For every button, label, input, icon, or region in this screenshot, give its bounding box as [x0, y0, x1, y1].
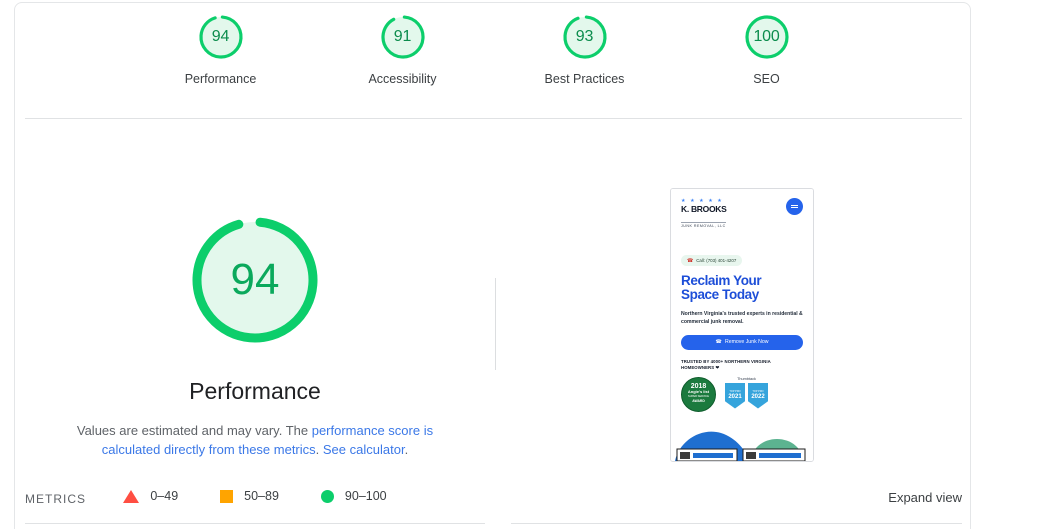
description-text-3: .: [404, 442, 409, 457]
performance-summary-pane: 94 Performance Values are estimated and …: [15, 153, 495, 503]
thumbnail-brand: ★ ★ ★ ★ ★ K. BROOKS JUNK REMOVAL, LLC: [681, 198, 727, 232]
mini-gauge-label: SEO: [753, 72, 780, 86]
category-gauge-accessibility[interactable]: 91 Accessibility: [343, 11, 463, 86]
page-screenshot-thumbnail[interactable]: ★ ★ ★ ★ ★ K. BROOKS JUNK REMOVAL, LLC ☎ …: [670, 188, 814, 462]
phone-icon: ☎: [687, 257, 694, 264]
thumbtack-badge-icon: TOP PRO 2021: [725, 382, 745, 409]
thumbnail-site-header: ★ ★ ★ ★ ★ K. BROOKS JUNK REMOVAL, LLC: [671, 189, 813, 232]
category-score-strip: 94 Performance 91 Accessibility 93 Best …: [15, 11, 972, 86]
mini-gauge-score: 91: [393, 28, 412, 45]
section-divider: [25, 118, 962, 119]
thumbtack-badge-year: 2022: [751, 394, 765, 400]
mini-gauge-ring: 94: [195, 11, 247, 63]
mini-gauge-score: 94: [211, 28, 230, 45]
see-calculator-link[interactable]: See calculator: [323, 442, 405, 457]
thumbnail-award-badges: 2018 Angie's list SUPER SERVICE AWARD Th…: [681, 376, 813, 412]
performance-score-value: 94: [230, 255, 280, 304]
pagespeed-report-root: 94 Performance 91 Accessibility 93 Best …: [0, 0, 1039, 529]
thumbtack-badge-year: 2021: [728, 394, 742, 400]
thumbnail-cta-label: Remove Junk Now: [724, 339, 769, 345]
angies-list-badge-icon: 2018 Angie's list SUPER SERVICE AWARD: [681, 376, 716, 412]
mini-gauge-label: Accessibility: [368, 72, 437, 86]
mini-gauge-score: 93: [575, 28, 594, 45]
thumbnail-call-text: Call: (703) 401-4207: [696, 258, 737, 263]
thumbtack-badge-icon: TOP PRO 2022: [748, 382, 768, 409]
thumbnail-illustration: [671, 421, 813, 461]
category-gauge-best-practices[interactable]: 93 Best Practices: [525, 11, 645, 86]
metrics-divider-right: [511, 523, 962, 524]
phone-icon: ☎: [715, 339, 722, 345]
category-gauge-seo[interactable]: 100 SEO: [707, 11, 827, 86]
vertical-divider: [495, 278, 496, 370]
metrics-divider-left: [25, 523, 485, 524]
thumbtack-badges: Thumbtack TOP PRO 2021 TOP PRO 2022: [725, 377, 768, 409]
hamburger-menu-icon: [786, 198, 803, 215]
thumbnail-call-badge: ☎ Call: (703) 401-4207: [681, 255, 743, 266]
mini-gauge-ring: 91: [377, 11, 429, 63]
performance-detail-section: 94 Performance Values are estimated and …: [15, 153, 972, 503]
thumbnail-trust-text: TRUSTED BY 4000+ NORTHERN VIRGINIA HOMEO…: [681, 358, 771, 371]
mini-gauge-score: 100: [753, 28, 780, 45]
thumbtack-title: Thumbtack: [737, 376, 756, 381]
report-card: 94 Performance 91 Accessibility 93 Best …: [14, 2, 971, 529]
thumbnail-logo-text: K. BROOKS: [681, 204, 727, 214]
mini-gauge-label: Best Practices: [544, 72, 625, 86]
expand-view-button[interactable]: Expand view: [888, 490, 962, 505]
performance-gauge: 94: [181, 206, 329, 354]
mini-gauge-ring: 100: [741, 11, 793, 63]
category-gauge-performance[interactable]: 94 Performance: [161, 11, 281, 86]
thumbnail-content: ★ ★ ★ ★ ★ K. BROOKS JUNK REMOVAL, LLC ☎ …: [671, 189, 813, 461]
thumbnail-headline-line1: Reclaim Your: [681, 272, 762, 288]
performance-description: Values are estimated and may vary. The p…: [55, 421, 455, 459]
thumbnail-headline: Reclaim Your Space Today: [681, 272, 813, 303]
thumbnail-cta-button: ☎ Remove Junk Now: [681, 334, 803, 350]
thumbnail-subheading: Northern Virginia's trusted experts in r…: [681, 310, 803, 325]
performance-title: Performance: [189, 378, 321, 404]
thumbtack-badge-row: TOP PRO 2021 TOP PRO 2022: [725, 382, 768, 409]
description-text-2: .: [315, 442, 323, 457]
mini-gauge-ring: 93: [559, 11, 611, 63]
thumbnail-logo-subtext: JUNK REMOVAL, LLC: [681, 222, 726, 228]
thumbnail-headline-line2: Space Today: [681, 287, 759, 302]
metrics-bar: METRICS Expand view: [15, 490, 972, 529]
description-text-1: Values are estimated and may vary. The: [76, 423, 312, 438]
mini-gauge-label: Performance: [184, 72, 257, 86]
metrics-section-label: METRICS: [25, 492, 86, 506]
angies-badge-award: AWARD: [692, 399, 705, 403]
